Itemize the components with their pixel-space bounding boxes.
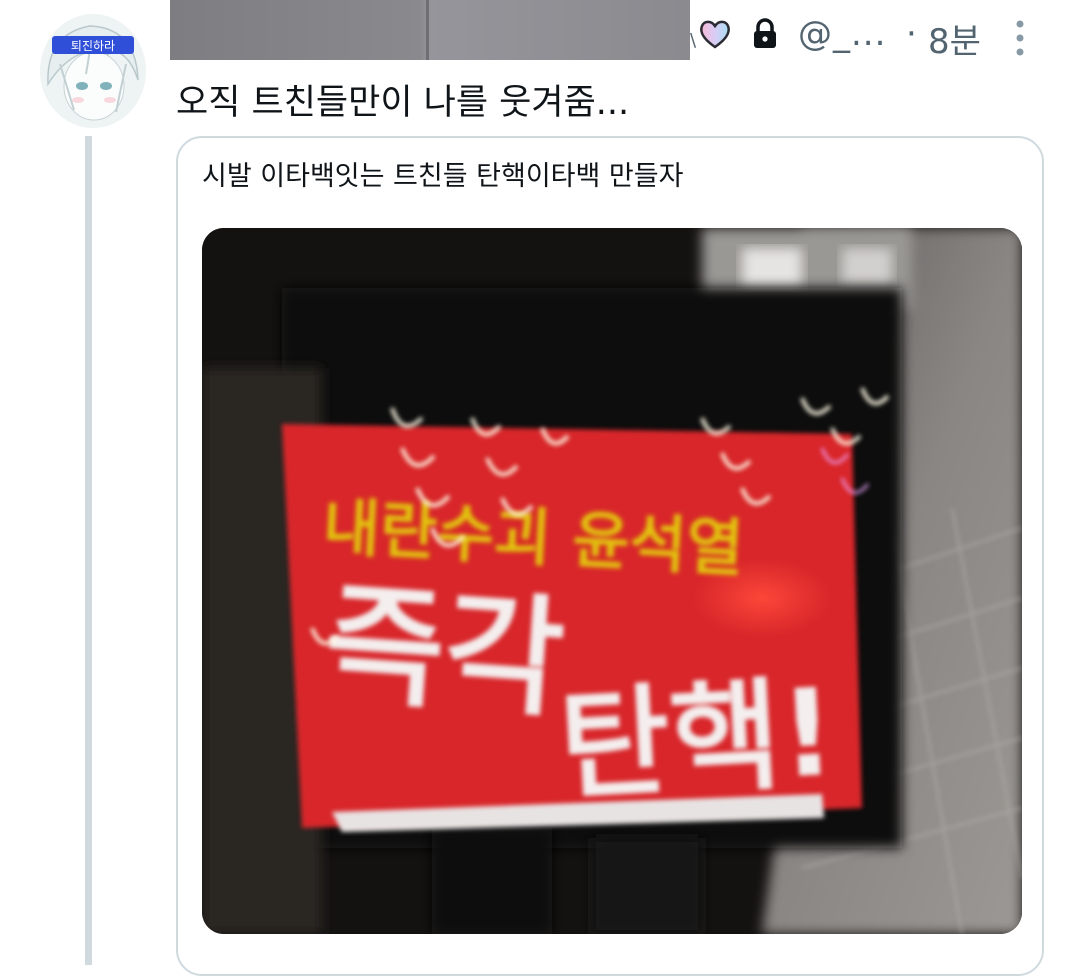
sign-line-2: 즉각 [320,567,569,735]
more-options-icon[interactable] [1006,18,1034,58]
timestamp[interactable]: 8분 [928,14,981,63]
heart-icon [700,20,730,49]
avatar-headband-text: 퇴진하라 [71,39,115,53]
quoted-tweet-card[interactable]: 시발 이타백잇는 트친들 탄핵이타백 만들자 내란수괴 윤석열 즉각 탄핵! [176,136,1044,976]
quoted-tweet-text: 시발 이타백잇는 트친들 탄핵이타백 만들자 [202,161,684,192]
display-name-redacted [170,0,690,60]
sign-line-3: 탄핵! [556,664,838,817]
redaction-seam [426,0,429,60]
tweet-header: \ @_... · 8분 [170,0,1070,72]
tweet-text: 오직 트친들만이 나를 웃겨줌... [176,83,630,123]
lock-icon [754,18,776,48]
redaction-mark: \ [690,30,697,51]
user-handle[interactable]: @_... [798,14,886,54]
avatar[interactable]: 퇴진하라 [40,14,146,128]
thread-line [85,136,92,965]
time-separator: · [906,14,917,54]
quoted-tweet-photo[interactable]: 내란수괴 윤석열 즉각 탄핵! [202,228,1022,934]
